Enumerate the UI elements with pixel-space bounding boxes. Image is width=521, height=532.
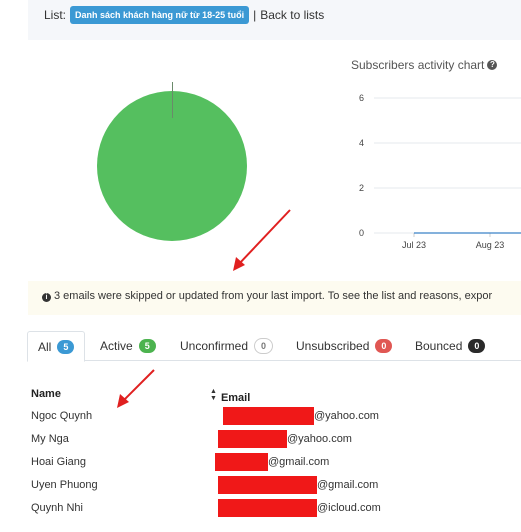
subscriber-email-domain: @yahoo.com bbox=[287, 433, 352, 445]
redacted-email-block bbox=[223, 407, 314, 425]
tab-all-label: All bbox=[38, 339, 52, 354]
tab-active-count: 5 bbox=[138, 339, 156, 353]
redacted-email-block bbox=[218, 430, 287, 448]
subscriber-name: Quynh Nhi bbox=[31, 502, 83, 514]
table-row[interactable]: Quynh Nhi @icloud.com bbox=[0, 498, 521, 521]
redacted-email-block bbox=[215, 453, 268, 471]
x-tick-label: Aug 23 bbox=[476, 240, 505, 250]
y-tick-label: 0 bbox=[359, 228, 364, 238]
table-row[interactable]: My Nga @yahoo.com bbox=[0, 429, 521, 452]
tab-all[interactable]: All 5 bbox=[27, 331, 86, 362]
y-tick-label: 4 bbox=[359, 138, 364, 148]
tab-unsubscribed[interactable]: Unsubscribed 0 bbox=[286, 331, 402, 361]
redacted-email-block bbox=[218, 499, 317, 517]
x-tick-label: Jul 23 bbox=[402, 240, 426, 250]
tab-bounced-label: Bounced bbox=[415, 339, 463, 353]
tab-active-label: Active bbox=[100, 339, 133, 353]
breadcrumb-separator: | bbox=[253, 8, 257, 22]
subscriber-email-domain: @gmail.com bbox=[317, 479, 379, 491]
tab-unsubscribed-count: 0 bbox=[375, 339, 393, 353]
question-circle-icon[interactable]: ? bbox=[487, 60, 498, 70]
back-to-lists-link[interactable]: Back to lists bbox=[260, 8, 324, 22]
info-circle-icon: i bbox=[42, 293, 51, 302]
subscriber-name: My Nga bbox=[31, 433, 69, 445]
column-header-email[interactable]: ▲ ▼ Email bbox=[210, 388, 250, 404]
list-prefix-label: List: bbox=[44, 8, 67, 22]
activity-chart-title: Subscribers activity chart ? bbox=[351, 58, 498, 72]
subscriber-name: Ngoc Quynh bbox=[31, 410, 93, 422]
pie-slice-divider bbox=[172, 82, 173, 118]
table-row[interactable]: Uyen Phuong @gmail.com bbox=[0, 475, 521, 498]
column-header-name[interactable]: Name bbox=[31, 388, 61, 400]
tab-bounced[interactable]: Bounced 0 bbox=[405, 331, 495, 361]
table-row[interactable]: Ngoc Quynh @yahoo.com bbox=[0, 406, 521, 429]
redacted-email-block bbox=[218, 476, 317, 494]
subscriber-name: Uyen Phuong bbox=[31, 479, 98, 491]
tab-unconfirmed-label: Unconfirmed bbox=[180, 339, 249, 353]
import-notice-text: 3 emails were skipped or updated from yo… bbox=[54, 290, 493, 302]
activity-chart-title-text: Subscribers activity chart bbox=[351, 58, 485, 72]
list-breadcrumb: List: Danh sách khách hàng nữ từ 18-25 t… bbox=[44, 6, 324, 24]
tab-bounced-count: 0 bbox=[468, 339, 486, 353]
subscriber-email-domain: @gmail.com bbox=[268, 456, 330, 468]
red-arrow-annotation-2 bbox=[117, 369, 155, 408]
sort-icon[interactable]: ▲ ▼ bbox=[210, 388, 217, 402]
table-row[interactable]: Hoai Giang @gmail.com bbox=[0, 452, 521, 475]
tab-unconfirmed-count: 0 bbox=[254, 338, 274, 354]
y-tick-label: 2 bbox=[359, 183, 364, 193]
list-header-bar: List: Danh sách khách hàng nữ từ 18-25 t… bbox=[28, 0, 521, 40]
subscriber-email-domain: @yahoo.com bbox=[314, 410, 379, 422]
subscriber-name: Hoai Giang bbox=[31, 456, 87, 468]
activity-line-chart: 0 2 4 6 Jul 23 Aug 23 bbox=[359, 93, 521, 250]
list-name-badge: Danh sách khách hàng nữ từ 18-25 tuổi bbox=[70, 6, 250, 24]
subscriber-email-domain: @icloud.com bbox=[317, 502, 381, 514]
red-arrow-annotation bbox=[233, 209, 291, 271]
tab-unconfirmed[interactable]: Unconfirmed 0 bbox=[170, 331, 283, 361]
import-notice: i3 emails were skipped or updated from y… bbox=[28, 281, 521, 315]
tab-all-count: 5 bbox=[57, 339, 75, 354]
tab-unsubscribed-label: Unsubscribed bbox=[296, 339, 370, 353]
subscriber-status-tabs: All 5 Active 5 Unconfirmed 0 Unsubscribe… bbox=[27, 331, 521, 362]
y-tick-label: 6 bbox=[359, 93, 364, 103]
column-header-email-label: Email bbox=[220, 392, 251, 404]
tab-active[interactable]: Active 5 bbox=[90, 331, 166, 361]
